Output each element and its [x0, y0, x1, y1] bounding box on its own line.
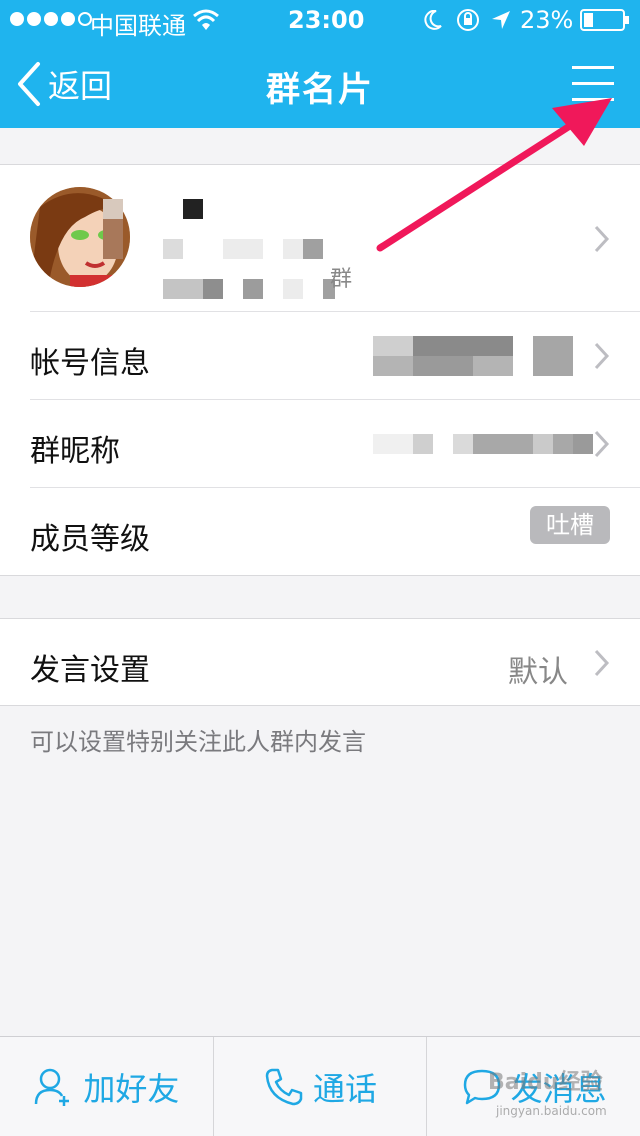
- signal-strength-icon: [10, 12, 92, 26]
- profile-row[interactable]: 群: [0, 165, 640, 312]
- member-level-row: 成员等级 吐槽: [0, 488, 640, 576]
- watermark-logo: Baidu经验: [488, 1070, 603, 1095]
- speak-settings-row[interactable]: 发言设置 默认: [0, 619, 640, 707]
- navigation-bar: 返回 群名片: [0, 40, 640, 128]
- speak-settings-hint: 可以设置特别关注此人群内发言: [30, 728, 366, 756]
- call-label: 通话: [313, 1069, 378, 1108]
- chevron-right-icon: [594, 225, 610, 253]
- chevron-right-icon: [594, 342, 610, 370]
- add-user-icon: [35, 1068, 70, 1106]
- account-info-row[interactable]: 帐号信息: [0, 312, 640, 400]
- battery-percent: 23%: [520, 6, 574, 34]
- location-icon: [492, 11, 510, 29]
- member-level-label: 成员等级: [30, 522, 150, 557]
- carrier-name: 中国联通: [90, 12, 186, 40]
- account-info-label: 帐号信息: [30, 346, 150, 381]
- group-nickname-row[interactable]: 群昵称: [0, 400, 640, 488]
- status-bar: 中国联通 23:00 23%: [0, 0, 640, 40]
- battery-icon: [580, 9, 629, 31]
- member-level-badge: 吐槽: [530, 506, 610, 544]
- add-friend-label: 加好友: [83, 1069, 180, 1108]
- phone-icon: [265, 1068, 303, 1105]
- chevron-right-icon: [594, 649, 610, 677]
- call-button[interactable]: 通话: [212, 1037, 427, 1136]
- add-friend-button[interactable]: 加好友: [0, 1037, 213, 1136]
- watermark-url: jingyan.baidu.com: [496, 1104, 607, 1118]
- profile-name-fragment: 群: [330, 267, 353, 292]
- clock: 23:00: [288, 6, 365, 34]
- speak-settings-group: 发言设置 默认: [0, 618, 640, 706]
- profile-card: 群 帐号信息 群昵称 成员等级 吐槽: [0, 164, 640, 576]
- page-title: 群名片: [266, 70, 374, 110]
- speak-settings-value: 默认: [508, 655, 568, 690]
- moon-icon: [424, 10, 442, 30]
- rotation-lock-icon: [457, 9, 479, 31]
- menu-button[interactable]: [568, 64, 618, 104]
- speak-settings-label: 发言设置: [30, 653, 150, 688]
- chevron-right-icon: [594, 430, 610, 458]
- top-bar: 中国联通 23:00 23% 返回 群名片: [0, 0, 640, 128]
- group-nickname-label: 群昵称: [30, 434, 120, 469]
- wifi-icon: [193, 9, 219, 30]
